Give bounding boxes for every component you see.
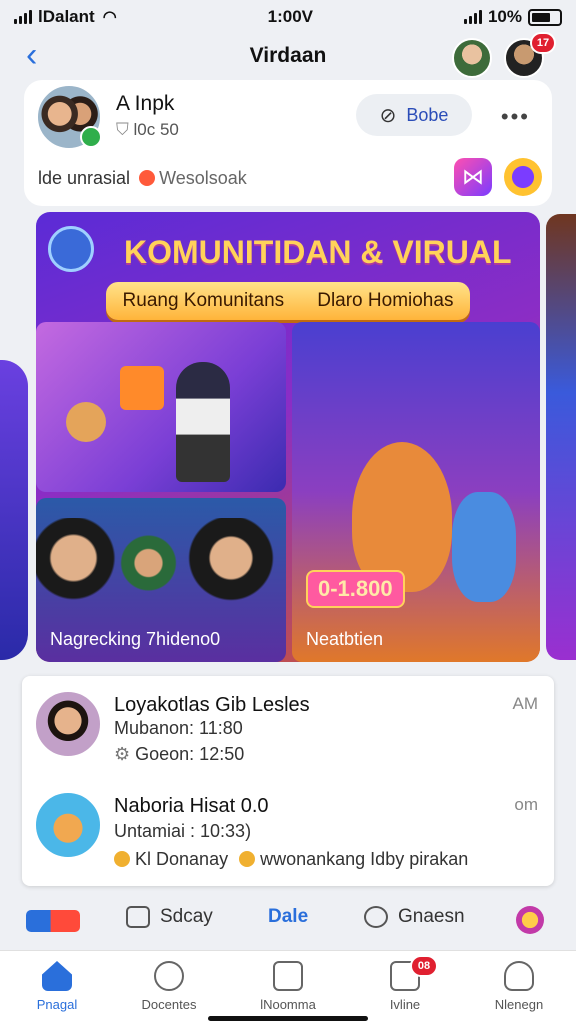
chat-avatar-2 <box>34 791 102 859</box>
coin-icon-2 <box>239 851 256 867</box>
pill-right-label: Dlaro Homiohas <box>317 290 454 311</box>
gear-icon: ⚙ <box>114 744 136 764</box>
wifi-icon: ◠ <box>102 9 117 26</box>
profile-card: A Inpk ⛉ l0c 50 ⊘ Bobe ••• lde unrasial W… <box>24 80 552 206</box>
status-dot-icon <box>139 170 156 186</box>
home-icon <box>42 961 72 991</box>
badge-app-icon[interactable] <box>504 158 542 196</box>
shield-icon: ⛉ <box>116 120 134 139</box>
link-icon: ⊘ <box>379 104 397 127</box>
comment-icon <box>364 906 388 928</box>
toggle-icon[interactable] <box>26 910 80 932</box>
carrier-label: lDalant <box>38 7 95 26</box>
tab-gnaesn-label: Gnaesn <box>398 906 465 927</box>
profile-subtitle: ⛉ l0c 50 <box>116 120 179 140</box>
chat-line-1b: ⚙ Goeon: 12:50 <box>114 744 244 765</box>
chat-name-1: Loyakotlas Gib Lesles <box>114 694 310 716</box>
nav-ivline-label: Ivline <box>389 997 421 1012</box>
profile-action-button[interactable]: ⊘ Bobe <box>356 94 472 136</box>
coin-icon <box>114 851 130 867</box>
chat-time-1: AM <box>512 694 539 713</box>
nav-docentes-label: Docentes <box>141 997 197 1012</box>
status-bar: lDalant ◠ 1:00V 10% <box>0 0 576 34</box>
status-right: 10% <box>463 7 562 27</box>
profile-name: A Inpk <box>116 92 175 115</box>
tab-strip: Sdcay Dale Gnaesn <box>0 896 576 946</box>
nav-nlenegn-label: Nlenegn <box>494 997 544 1012</box>
chat-line-2b: Kl Donanay wwonankang Idby pirakan <box>114 849 468 870</box>
battery-percent: 10% <box>487 7 522 26</box>
chat-line-1a: Mubanon: 11:80 <box>114 718 243 738</box>
profile-action-label: Bobe <box>406 104 449 125</box>
nav-home[interactable]: Pnagal <box>12 961 102 1012</box>
tile-left-caption: Nagrecking 7hideno0 <box>50 629 221 649</box>
nav-nlenegn[interactable]: Nlenegn <box>474 961 564 1012</box>
chat-name-2: Naboria Hisat 0.0 <box>114 795 269 817</box>
tab-dale-label: Dale <box>268 906 309 927</box>
tab-dale[interactable]: Dale <box>268 906 308 928</box>
banner-tile-top-left[interactable] <box>36 322 286 492</box>
notification-badge: 17 <box>530 32 556 54</box>
previous-card-peek[interactable] <box>0 360 28 660</box>
nav-noomma-label: lNoomma <box>260 997 316 1012</box>
community-banner[interactable]: KOMUNITIDAN & VIRUAL Ruang Komunitans Dl… <box>36 212 540 662</box>
price-tag: 0-1.800 <box>306 570 405 608</box>
tab-sdcay-label: Sdcay <box>160 906 213 927</box>
banner-tile-bottom-left[interactable]: Nagrecking 7hideno0 <box>36 498 286 662</box>
people-photo <box>36 518 286 618</box>
chat-list: Loyakotlas Gib Lesles AM Mubanon: 11:80 … <box>22 676 554 886</box>
chat-line-2b-a: Kl Donanay <box>135 849 229 869</box>
chat-line-2a: Untamiai : 10:33) <box>114 821 252 841</box>
profile-line-text: lde unrasial <box>38 168 131 188</box>
profile-line: lde unrasial Wesolsoak <box>38 168 247 189</box>
nav-docentes[interactable]: Docentes <box>124 961 214 1012</box>
app-header: ‹ Virdaan 17 <box>0 32 576 80</box>
shuffle-app-icon[interactable]: ⋈ <box>454 158 492 196</box>
chat-bubble-icon <box>126 906 150 928</box>
gift-icon <box>120 366 164 410</box>
bottom-nav: Pnagal Docentes lNoomma Ivline 08 Nleneg… <box>0 950 576 1024</box>
nav-noomma[interactable]: lNoomma <box>243 961 333 1012</box>
bear-icon <box>66 402 106 442</box>
chat-time-2: om <box>514 795 538 814</box>
nav-badge: 08 <box>410 955 438 977</box>
sticker-icon[interactable] <box>516 906 544 934</box>
tab-sdcay[interactable]: Sdcay <box>126 906 213 928</box>
next-card-peek[interactable] <box>546 214 576 660</box>
online-badge-icon <box>80 126 102 148</box>
home-indicator <box>208 1016 368 1021</box>
chat-avatar-1 <box>34 690 102 758</box>
status-left: lDalant ◠ <box>14 7 117 27</box>
list-item[interactable]: Loyakotlas Gib Lesles AM Mubanon: 11:80 … <box>22 676 554 781</box>
signal-icon-right <box>463 10 482 24</box>
logo-icon <box>48 226 94 272</box>
header-avatar-1[interactable] <box>452 38 492 78</box>
chat-line-2b-b: wwonankang Idby pirakan <box>260 849 469 869</box>
banner-title: KOMUNITIDAN & VIRUAL <box>124 234 512 270</box>
person-figure <box>176 362 230 482</box>
tile-right-caption: Neatbtien <box>306 629 384 649</box>
more-options-icon[interactable]: ••• <box>501 104 530 130</box>
signal-icon <box>14 10 32 24</box>
nav-home-label: Pnagal <box>36 997 78 1012</box>
profile-icon <box>504 961 534 991</box>
banner-pill[interactable]: Ruang Komunitans Dlaro Homiohas <box>106 282 470 320</box>
status-time: 1:00V <box>267 7 313 26</box>
list-item[interactable]: Naboria Hisat 0.0 om Untamiai : 10:33) K… <box>22 781 554 886</box>
pill-left-label: Ruang Komunitans <box>122 290 285 311</box>
search-icon <box>154 961 184 991</box>
profile-line-tag: Wesolsoak <box>159 168 247 188</box>
chat-line-1b-text: Goeon: 12:50 <box>135 744 245 764</box>
media-icon <box>273 961 303 991</box>
banner-tile-right[interactable]: 0-1.800 Neatbtien <box>292 322 540 662</box>
battery-icon <box>528 8 562 26</box>
fox-figure <box>452 492 516 602</box>
profile-subtitle-text: l0c 50 <box>133 120 179 139</box>
tab-gnaesn[interactable]: Gnaesn <box>364 906 465 928</box>
